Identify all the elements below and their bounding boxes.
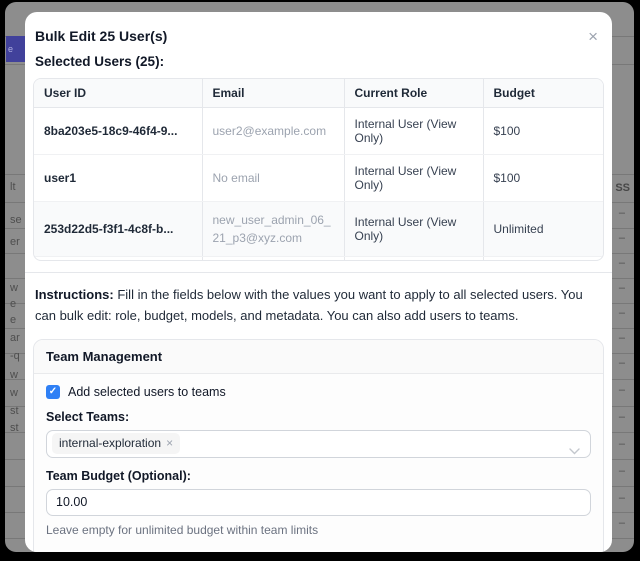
col-header-current-role: Current Role — [344, 79, 483, 108]
cell-budget: Unlimited — [483, 257, 603, 262]
cell-email: new_user_admin_06_21_p3@xyz.com — [202, 202, 344, 257]
team-management-body: ✓ Add selected users to teams Select Tea… — [34, 374, 603, 552]
selected-team-tag: internal-exploration × — [52, 433, 180, 453]
bulk-edit-modal: Bulk Edit 25 User(s) × Selected Users (2… — [25, 12, 612, 552]
cell-role: Internal User (View Only) — [344, 202, 483, 257]
cell-user-id: 253d22d5-f3f1-4c8f-b... — [34, 202, 202, 257]
table-row: 5dbd2335-cdd6-47ca-b... inter Internal U… — [34, 257, 603, 262]
instructions-body: Fill in the fields below with the values… — [35, 287, 583, 323]
team-budget-label: Team Budget (Optional): — [46, 469, 591, 483]
chevron-down-icon[interactable] — [569, 442, 580, 460]
cell-user-id: 5dbd2335-cdd6-47ca-b... — [34, 257, 202, 262]
cell-budget: $100 — [483, 155, 603, 202]
table-row: 8ba203e5-18c9-46f4-9... user2@example.co… — [34, 108, 603, 155]
bg-column-header-fragment: SS — [615, 183, 630, 194]
selected-team-tag-label: internal-exploration — [59, 436, 161, 450]
budget-helper-text: Leave empty for unlimited budget within … — [46, 523, 591, 537]
section-divider — [25, 272, 612, 273]
remove-tag-icon[interactable]: × — [166, 436, 173, 450]
close-icon[interactable]: × — [588, 28, 598, 45]
cell-email: user2@example.com — [202, 108, 344, 155]
team-budget-input[interactable] — [46, 489, 591, 516]
instructions-text: Instructions: Fill in the fields below w… — [33, 285, 604, 327]
instructions-lead: Instructions: — [35, 287, 114, 302]
selected-users-table-container[interactable]: User ID Email Current Role Budget 8ba203… — [33, 78, 604, 261]
selected-users-label: Selected Users (25): — [33, 54, 604, 69]
col-header-budget: Budget — [483, 79, 603, 108]
modal-header: Bulk Edit 25 User(s) × — [33, 28, 604, 45]
selected-users-table: User ID Email Current Role Budget 8ba203… — [34, 79, 603, 261]
col-header-email: Email — [202, 79, 344, 108]
cell-budget: Unlimited — [483, 202, 603, 257]
table-row: 253d22d5-f3f1-4c8f-b... new_user_admin_0… — [34, 202, 603, 257]
table-header-row: User ID Email Current Role Budget — [34, 79, 603, 108]
team-management-header: Team Management — [34, 340, 603, 374]
add-users-to-teams-label: Add selected users to teams — [68, 385, 226, 399]
team-management-section: Team Management ✓ Add selected users to … — [33, 339, 604, 552]
add-users-to-teams-checkbox-row[interactable]: ✓ Add selected users to teams — [46, 385, 591, 399]
select-teams-label: Select Teams: — [46, 410, 591, 424]
cell-user-id: user1 — [34, 155, 202, 202]
cell-role: Internal User (View Only) — [344, 155, 483, 202]
background-selected-sidebar-item: e — [6, 36, 26, 62]
cell-user-id: 8ba203e5-18c9-46f4-9... — [34, 108, 202, 155]
team-footer-note: Users will be added with "user" role by … — [46, 550, 591, 552]
cell-email: No email — [202, 155, 344, 202]
select-teams-dropdown[interactable]: internal-exploration × — [46, 430, 591, 458]
table-row: user1 No email Internal User (View Only)… — [34, 155, 603, 202]
col-header-user-id: User ID — [34, 79, 202, 108]
checkbox-checked-icon[interactable]: ✓ — [46, 385, 60, 399]
cell-email: inter — [202, 257, 344, 262]
cell-role: Internal User (View Only) — [344, 257, 483, 262]
cell-role: Internal User (View Only) — [344, 108, 483, 155]
dimmed-background-window: e ltseerweear-qwwstst SS ––––––––––––– B… — [5, 2, 634, 552]
cell-budget: $100 — [483, 108, 603, 155]
modal-title: Bulk Edit 25 User(s) — [35, 28, 167, 44]
